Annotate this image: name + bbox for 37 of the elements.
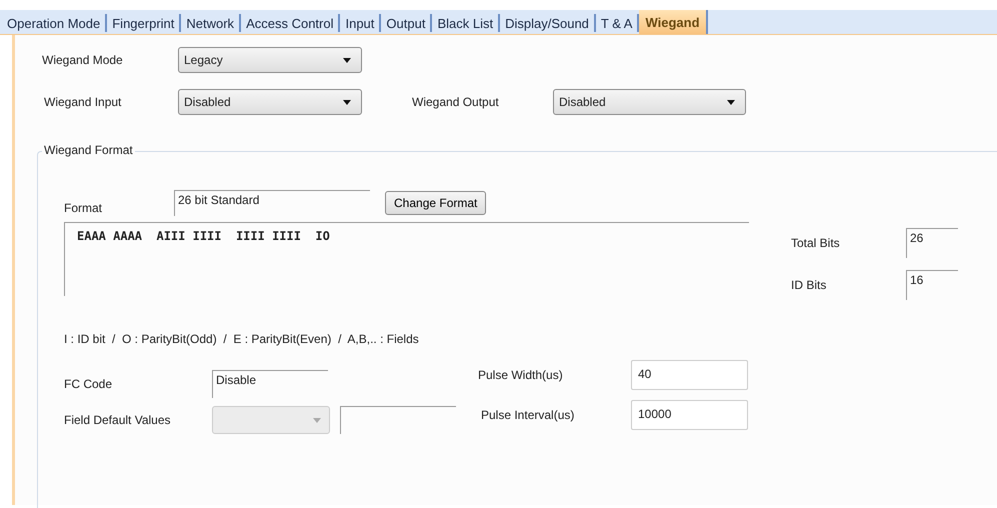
caret-icon <box>343 58 351 62</box>
pulse-interval-field[interactable]: 10000 <box>631 400 748 430</box>
tab[interactable]: Output <box>381 14 432 32</box>
tab[interactable]: Access Control <box>241 14 340 32</box>
tab[interactable]: Operation Mode <box>2 14 108 32</box>
pulse-width-field[interactable]: 40 <box>631 360 748 390</box>
field-label: Field Default Values <box>64 413 172 427</box>
field-label: Pulse Interval(us) <box>481 408 576 422</box>
caret-icon <box>727 100 735 104</box>
bit-pattern-field[interactable]: EAAA AAAA AIII IIII IIII IIII IO <box>64 222 749 296</box>
group-title: Wiegand Format <box>42 143 135 157</box>
tab[interactable]: Input <box>340 14 382 32</box>
tab[interactable]: Fingerprint <box>107 14 182 32</box>
field-label: Wiegand Output <box>412 95 500 109</box>
wiegand-mode-dropdown[interactable]: Legacy <box>178 47 362 73</box>
field-label: FC Code <box>64 377 114 391</box>
field-label: Wiegand Mode <box>42 53 124 67</box>
fc-code-field[interactable]: Disable <box>212 370 328 398</box>
wiegand-output-dropdown[interactable]: Disabled <box>553 89 746 115</box>
change-format-button[interactable]: Change Format <box>385 191 486 215</box>
total-bits-field[interactable]: 26 <box>906 228 958 258</box>
id-bits-field[interactable]: 16 <box>906 270 958 300</box>
field-label: Format <box>64 200 104 215</box>
field-value-input[interactable] <box>340 406 456 434</box>
format-field[interactable]: 26 bit Standard <box>174 190 370 216</box>
tab[interactable]: Display/Sound <box>500 14 596 32</box>
field-label: ID Bits <box>791 278 828 292</box>
caret-icon <box>313 418 321 422</box>
tab[interactable]: Black List <box>432 14 500 32</box>
field-label: Total Bits <box>791 236 841 250</box>
tab[interactable]: Wiegand <box>639 10 708 34</box>
wiegand-input-dropdown[interactable]: Disabled <box>178 89 362 115</box>
tab[interactable]: Network <box>181 14 242 32</box>
caret-icon <box>343 100 351 104</box>
legend-text: I : ID bit / O : ParityBit(Odd) / E : ParityBit(Even) / A,B,.. : Fields <box>64 332 420 346</box>
field-label: Pulse Width(us) <box>478 368 564 382</box>
field-label: Wiegand Input <box>44 95 122 109</box>
